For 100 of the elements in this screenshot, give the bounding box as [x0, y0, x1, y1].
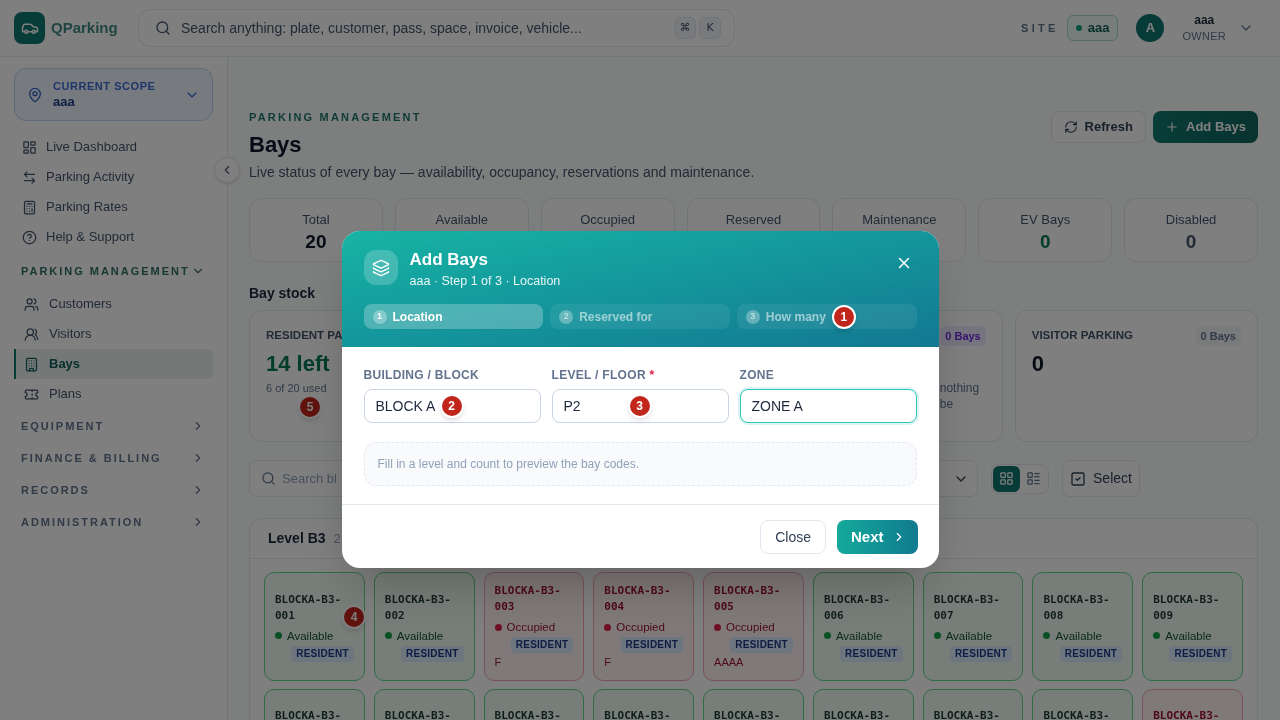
nav-item[interactable]: Live Dashboard: [14, 132, 213, 162]
scope-selector[interactable]: CURRENT SCOPE aaa: [14, 68, 213, 121]
nav-section-header[interactable]: FINANCE & BILLING: [14, 443, 213, 473]
user-name: aaa: [1194, 12, 1215, 28]
bay-type-tag: RESIDENT: [840, 645, 903, 662]
wizard-step[interactable]: 1 Location: [363, 304, 544, 329]
bay-card[interactable]: BLOCKA-B3-003 Occupied RESIDENT F: [483, 572, 585, 681]
refresh-icon: [1063, 120, 1078, 134]
wizard-step[interactable]: 2 Reserved for: [550, 304, 730, 329]
number-marker: 5: [298, 395, 322, 419]
bay-card[interactable]: BLOCKA-B3-: [812, 689, 914, 720]
bay-code: BLOCKA-B3-: [714, 708, 782, 720]
close-dialog-button[interactable]: Close: [760, 520, 826, 554]
nav-section-header[interactable]: PARKING MANAGEMENT: [14, 256, 213, 286]
bay-card[interactable]: BLOCKA-B3-: [593, 689, 695, 720]
stat-label: Maintenance: [862, 211, 937, 229]
bay-card[interactable]: BLOCKA-B3-007 Available RESIDENT: [922, 572, 1024, 681]
nav-item[interactable]: Parking Activity: [14, 162, 213, 192]
bay-type-tag: RESIDENT: [1169, 645, 1232, 662]
bay-status: Available: [945, 628, 993, 644]
bay-code: BLOCKA-B3-: [604, 708, 672, 720]
global-search-field[interactable]: Search anything: plate, customer, pass, space, invoice, vehicle... ⌘ K: [138, 9, 735, 47]
bay-card[interactable]: BLOCKA-B3-: [1032, 689, 1134, 720]
select-button[interactable]: Select: [1062, 460, 1140, 497]
map-pin-icon: [27, 86, 43, 103]
ticket-icon: [24, 386, 39, 402]
nav-item[interactable]: Visitors: [14, 319, 213, 349]
bay-card[interactable]: BLOCKA-B3-004 Occupied RESIDENT F: [593, 572, 695, 681]
people-icon: [24, 326, 39, 342]
nav-item[interactable]: Customers: [14, 289, 213, 319]
stock-card-value: 0: [1031, 350, 1044, 378]
bay-card[interactable]: BLOCKA-B3-: [922, 689, 1024, 720]
bay-status: Available: [1165, 628, 1212, 644]
stat-label: Disabled: [1165, 211, 1217, 229]
bay-card[interactable]: BLOCKA-B3-002 Available RESIDENT: [373, 572, 475, 681]
stock-card-title: VISITOR PARKING: [1031, 328, 1133, 344]
bay-type-tag: RESIDENT: [1059, 645, 1123, 662]
nav-item[interactable]: Help & Support: [14, 222, 213, 252]
collapse-sidebar-button[interactable]: [214, 157, 240, 183]
bay-code: BLOCKA-B3-004: [604, 583, 672, 615]
bay-card[interactable]: BLOCKA-B3-001 Available RESIDENT 4: [264, 572, 365, 681]
bay-code: BLOCKA-B3-002: [384, 591, 452, 624]
stat-label: EV Bays: [1020, 211, 1071, 229]
nav-item[interactable]: Plans: [14, 379, 213, 409]
bay-card[interactable]: BLOCKA-B3-009 Available RESIDENT: [1142, 572, 1243, 681]
nav-section-header[interactable]: RECORDS: [14, 475, 213, 505]
stock-card-title: RESIDENT PA: [266, 328, 343, 344]
text-field[interactable]: BLOCK A 2: [363, 389, 541, 423]
bay-card[interactable]: BLOCKA-B3-005 Occupied RESIDENT AAAA: [703, 572, 804, 681]
arrows-icon: [22, 169, 37, 185]
stat-label: Total: [302, 211, 330, 229]
bay-type-tag: RESIDENT: [510, 637, 574, 653]
bay-note: F: [494, 655, 502, 670]
page-subtitle: Live status of every bay — availability, occupancy, reservations and maintenance.: [249, 163, 755, 182]
plus-icon: [1165, 120, 1180, 134]
grid-icon: [999, 471, 1014, 486]
nav-section-header[interactable]: ADMINISTRATION: [14, 507, 213, 537]
bay-type-tag: RESIDENT: [620, 637, 684, 653]
bay-card[interactable]: BLOCKA-B3-: [483, 689, 585, 720]
bay-card[interactable]: BLOCKA-B3-: [264, 689, 365, 720]
user-avatar[interactable]: A: [1136, 14, 1165, 42]
stat-value: 0: [1185, 231, 1197, 253]
grid-view-button[interactable]: [993, 465, 1020, 492]
text-field[interactable]: ZONE A: [739, 389, 917, 423]
dialog-subtitle: aaa · Step 1 of 3 · Location: [409, 273, 561, 289]
refresh-button[interactable]: Refresh: [1050, 111, 1147, 143]
stat-label: Occupied: [580, 211, 636, 229]
users-icon: [24, 296, 39, 312]
user-role: OWNER: [1182, 29, 1226, 44]
nav-item[interactable]: Bays: [14, 349, 213, 379]
next-button[interactable]: Next: [837, 520, 918, 554]
add-bays-button[interactable]: Add Bays: [1153, 111, 1258, 143]
nav-item[interactable]: Parking Rates: [14, 192, 213, 222]
section-title: Bay stock: [249, 284, 317, 302]
bay-code: BLOCKA-B3-: [275, 708, 342, 720]
help-icon: [22, 229, 37, 245]
bay-card[interactable]: BLOCKA-B3-008 Available RESIDENT: [1032, 572, 1134, 681]
dialog-title: Add Bays: [409, 250, 488, 270]
building-icon: [24, 356, 39, 372]
site-selector[interactable]: aaa: [1066, 15, 1119, 41]
field-label: LEVEL / FLOOR *: [551, 367, 655, 383]
text-field[interactable]: P2 3: [551, 389, 729, 423]
bay-code: BLOCKA-B3-006: [823, 591, 891, 624]
level-title: Level B3: [268, 529, 326, 548]
number-marker: 2: [439, 394, 464, 418]
bay-type-tag: RESIDENT: [401, 645, 464, 662]
bay-code: BLOCKA-B3-: [1153, 708, 1221, 720]
nav-section-header[interactable]: EQUIPMENT: [14, 411, 213, 441]
bay-card[interactable]: BLOCKA-B3-006 Available RESIDENT: [812, 572, 914, 681]
bay-card[interactable]: BLOCKA-B3-: [703, 689, 804, 720]
search-icon: [261, 471, 276, 486]
bay-code: BLOCKA-B3-: [933, 708, 1001, 720]
bay-note: AAAA: [714, 655, 744, 670]
wizard-step[interactable]: 3 How many 1: [736, 304, 917, 329]
calculator-icon: [22, 199, 37, 215]
preview-hint: Fill in a level and count to preview the bay codes.: [363, 442, 917, 486]
checkbox-icon: [1070, 470, 1087, 487]
bay-card[interactable]: BLOCKA-B3-: [373, 689, 475, 720]
bay-code: BLOCKA-B3-: [494, 708, 562, 720]
bay-card[interactable]: BLOCKA-B3-: [1142, 689, 1243, 720]
